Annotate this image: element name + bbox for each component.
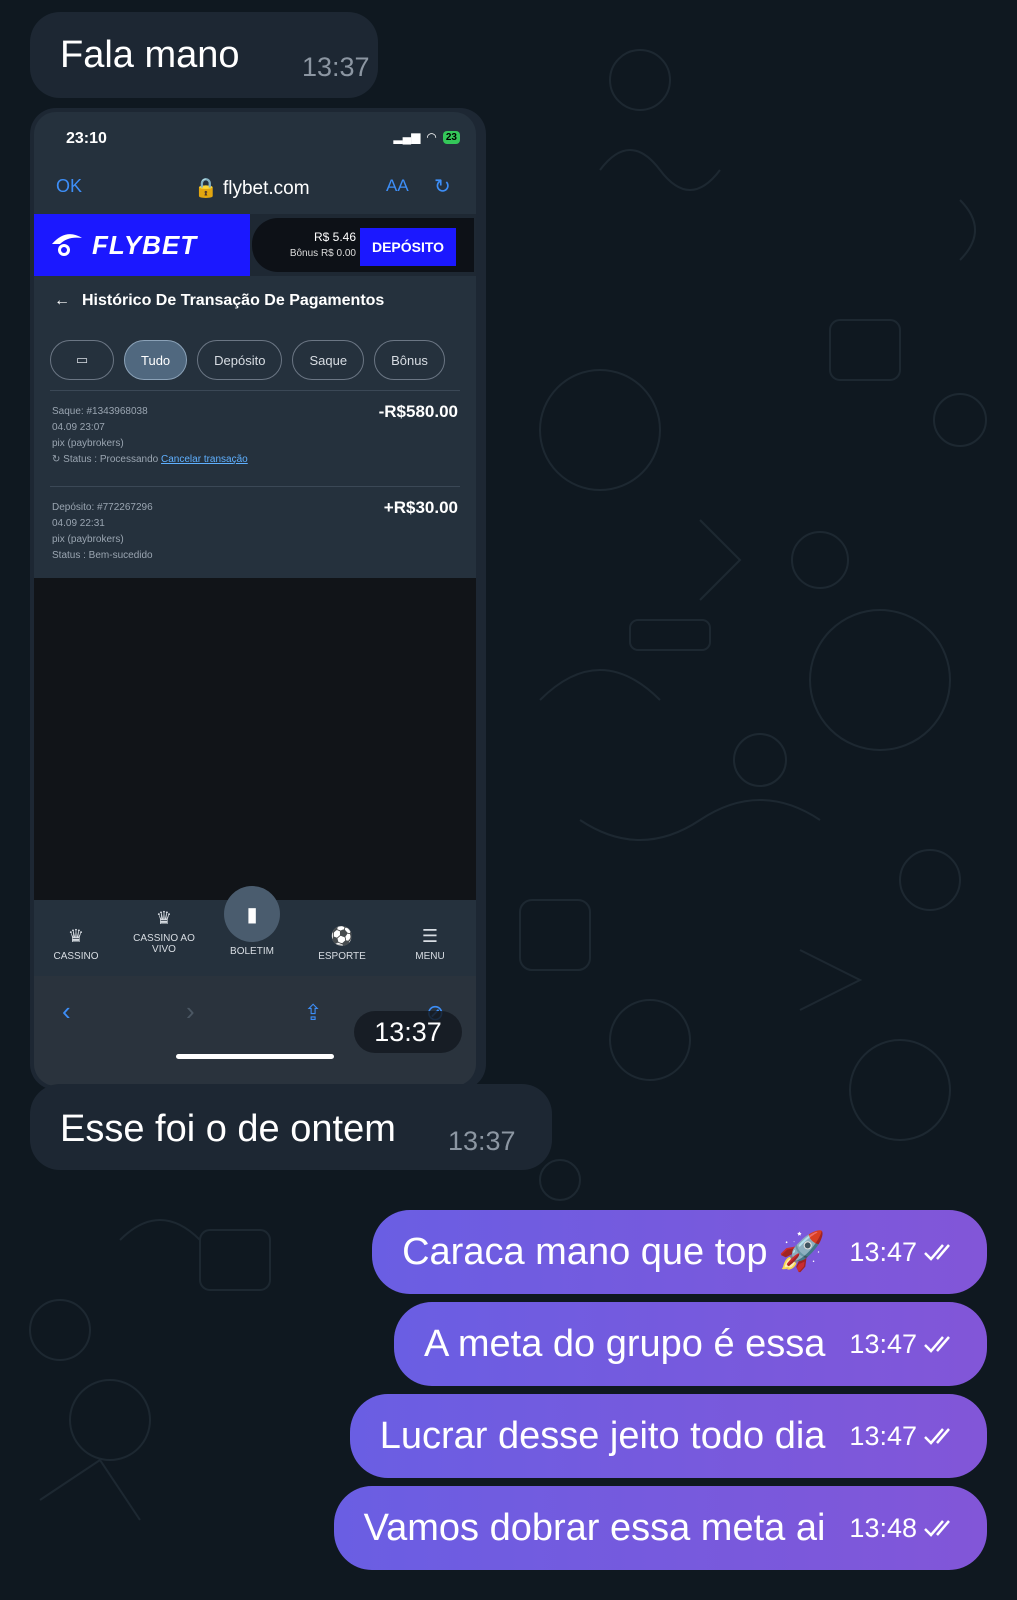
domain-text: flybet.com [222, 178, 310, 199]
filter-bonus: Bônus [374, 340, 445, 380]
divider [50, 390, 460, 391]
tx-method: pix (paybrokers) [52, 438, 124, 449]
filter-tudo: Tudo [124, 340, 188, 380]
message-time: 13:47 [849, 1328, 917, 1359]
signal-icon: ▂▄▆ [393, 130, 421, 144]
ticket-icon: ▮ [224, 886, 280, 942]
empty-content-area [34, 578, 476, 900]
hamburger-icon: ☰ [421, 926, 439, 946]
message-text: Esse foi o de ontem [60, 1108, 396, 1150]
message-text: Vamos dobrar essa meta ai [363, 1506, 826, 1549]
live-casino-icon: ♛ [155, 908, 173, 928]
incoming-message[interactable]: Esse foi o de ontem 13:37 [30, 1084, 552, 1170]
tx-date: 04.09 23:07 [52, 422, 105, 433]
transaction-item: Depósito: #772267296 04.09 22:31 pix (pa… [52, 498, 458, 564]
share-icon: ⇪ [304, 1000, 323, 1025]
flybet-header: FLYBET R$ 5.46 Bônus R$ 0.00 DEPÓSITO [34, 214, 476, 276]
nav-label: ESPORTE [318, 951, 366, 962]
tx-status-text: Status : Processando [63, 454, 159, 465]
message-text: Caraca mano que top 🚀 [402, 1231, 826, 1273]
nav-cassino-ao-vivo: ♛ CASSINO AO VIVO [122, 908, 206, 955]
tx-method: pix (paybrokers) [52, 534, 124, 545]
message-meta: 13:47 [849, 1421, 959, 1452]
browser-url-bar: OK 🔒 flybet.com AA ↻ [34, 172, 476, 212]
home-indicator [176, 1054, 334, 1059]
flybet-logo: FLYBET [34, 214, 250, 276]
back-icon: ‹ [62, 996, 71, 1026]
page-title-text: Histórico De Transação De Pagamentos [82, 292, 385, 309]
tx-status: Status : Bem-sucedido [52, 550, 153, 561]
nav-label: CASSINO AO VIVO [133, 933, 195, 955]
message-text: Fala mano [60, 34, 240, 76]
logo-wing-icon [52, 234, 82, 256]
soccer-ball-icon: ⚽ [330, 926, 354, 946]
nav-esporte: ⚽ ESPORTE [300, 926, 384, 962]
tx-status: ↻ Status : Processando Cancelar transaçã… [52, 452, 458, 468]
page-title: ← Histórico De Transação De Pagamentos [54, 292, 384, 310]
brand-name: FLYBET [92, 229, 198, 260]
outgoing-message[interactable]: Caraca mano que top 🚀 13:47 [372, 1210, 987, 1294]
tx-date: 04.09 22:31 [52, 518, 105, 529]
cancel-transaction-link: Cancelar transação [161, 454, 248, 465]
battery-icon: 23 [442, 130, 460, 144]
filter-deposito: Depósito [197, 340, 283, 380]
lock-icon: 🔒 [194, 178, 218, 199]
message-time: 13:47 [849, 1420, 917, 1451]
deposit-button: DEPÓSITO [360, 228, 456, 266]
embedded-screenshot[interactable]: 23:10 ▂▄▆ ◠ 23 OK 🔒 flybet.com AA ↻ FLYB… [34, 112, 476, 1086]
double-check-icon [924, 1244, 950, 1261]
wifi-icon: ◠ [426, 130, 437, 144]
text-size-button: AA [386, 176, 409, 195]
tx-amount: +R$30.00 [383, 498, 458, 517]
nav-label: CASSINO [53, 951, 99, 962]
casino-icon: ♛ [67, 926, 85, 946]
outgoing-message[interactable]: Lucrar desse jeito todo dia 13:47 [349, 1394, 987, 1478]
forward-icon: › [186, 996, 195, 1026]
filter-chips: ▭ Tudo Depósito Saque Bônus [50, 340, 445, 380]
nav-cassino: ♛ CASSINO [34, 926, 118, 962]
message-meta: 13:47 [849, 1237, 959, 1268]
outgoing-message[interactable]: Vamos dobrar essa meta ai 13:48 [333, 1486, 987, 1570]
tx-amount: -R$580.00 [378, 402, 458, 421]
message-time: 13:47 [849, 1236, 917, 1267]
status-icons: ▂▄▆ ◠ 23 [393, 130, 460, 144]
message-time: 13:37 [302, 52, 370, 82]
double-check-icon [924, 1336, 950, 1353]
message-meta: 13:47 [849, 1329, 959, 1360]
url-text: 🔒 flybet.com [194, 176, 310, 200]
reload-icon: ↻ [434, 176, 451, 198]
bonus-value: Bônus R$ 0.00 [289, 248, 356, 259]
message-meta: 13:48 [849, 1513, 959, 1544]
back-arrow-icon: ← [54, 292, 70, 309]
ok-button: OK [56, 176, 83, 196]
image-time: 13:37 [354, 1011, 462, 1053]
double-check-icon [924, 1428, 950, 1445]
refresh-icon: ↻ [52, 454, 61, 465]
message-text: Lucrar desse jeito todo dia [379, 1414, 826, 1457]
nav-boletim: BOLETIM [210, 946, 294, 957]
double-check-icon [924, 1520, 950, 1537]
transaction-item: Saque: #1343968038 04.09 23:07 pix (payb… [52, 402, 458, 468]
balance-value: R$ 5.46 [313, 230, 356, 244]
status-time: 23:10 [66, 130, 107, 147]
phone-status-bar: 23:10 ▂▄▆ ◠ 23 [34, 112, 476, 162]
message-time: 13:37 [448, 1126, 516, 1156]
calendar-icon: ▭ [50, 340, 114, 380]
outgoing-message[interactable]: A meta do grupo é essa 13:47 [394, 1302, 987, 1386]
message-text: A meta do grupo é essa [424, 1322, 826, 1365]
nav-label: BOLETIM [230, 946, 274, 957]
message-time: 13:48 [849, 1512, 917, 1543]
bottom-nav: ♛ CASSINO ♛ CASSINO AO VIVO ▮ BOLETIM ⚽ ESP… [34, 886, 476, 976]
incoming-message[interactable]: Fala mano 13:37 [30, 12, 378, 98]
nav-menu: ☰ MENU [388, 926, 472, 962]
nav-label: MENU [415, 951, 445, 962]
divider [50, 486, 460, 487]
balance-panel: R$ 5.46 Bônus R$ 0.00 DEPÓSITO [252, 218, 474, 272]
filter-saque: Saque [292, 340, 365, 380]
